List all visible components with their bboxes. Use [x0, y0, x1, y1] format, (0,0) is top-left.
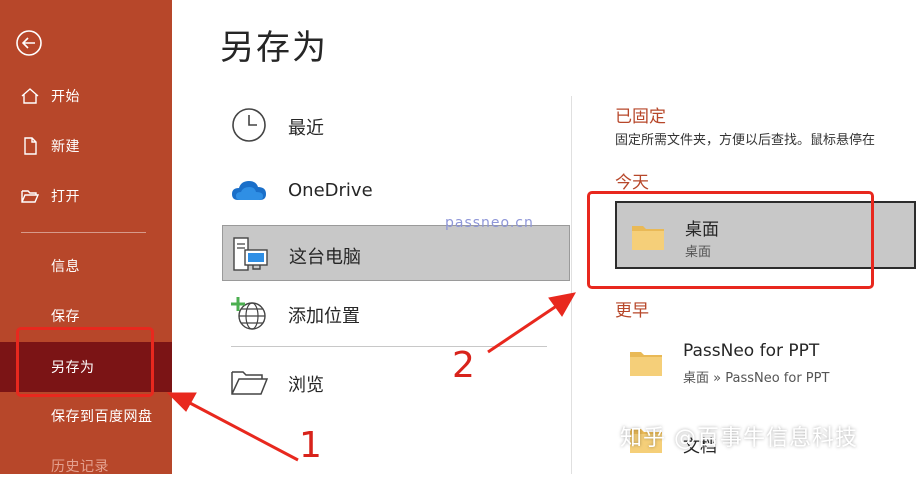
location-label: 浏览 — [288, 375, 324, 396]
location-browse[interactable]: 浏览 — [222, 354, 570, 410]
location-this-pc[interactable]: 这台电脑 — [222, 225, 570, 281]
sidebar-item-label: 信息 — [51, 259, 80, 275]
sidebar-divider — [21, 232, 146, 233]
clock-icon — [232, 108, 266, 142]
sidebar-item-label: 历史记录 — [51, 459, 109, 475]
sidebar-item-label: 打开 — [51, 189, 80, 205]
folder-path: 桌面 » PassNeo for PPT — [683, 371, 830, 386]
sidebar-item-home[interactable]: 开始 — [0, 76, 172, 116]
location-onedrive[interactable]: OneDrive — [222, 163, 570, 219]
watermark: passneo.cn — [445, 215, 534, 231]
annotation-number-1: 1 — [299, 425, 322, 466]
home-icon — [21, 88, 39, 104]
back-arrow-icon[interactable] — [16, 30, 42, 56]
panel-divider — [571, 96, 572, 474]
computer-icon — [233, 237, 268, 271]
sidebar-item-label: 新建 — [51, 139, 80, 155]
add-place-globe-icon — [231, 297, 266, 330]
sidebar-item-info[interactable]: 信息 — [0, 246, 172, 286]
sidebar-item-save-to-baidu[interactable]: 保存到百度网盘 — [0, 396, 172, 436]
today-header: 今天 — [615, 173, 649, 193]
open-folder-icon — [21, 190, 40, 203]
earlier-header: 更早 — [615, 301, 649, 321]
location-recent[interactable]: 最近 — [222, 97, 570, 153]
backstage-sidebar: 开始 新建 打开 信息 保存 另存为 保存到百度网盘 历史记录 — [0, 0, 172, 475]
location-label: 添加位置 — [288, 306, 360, 327]
new-document-icon — [24, 137, 37, 155]
folder-name: PassNeo for PPT — [683, 341, 820, 361]
page-title: 另存为 — [220, 28, 328, 68]
sidebar-item-new[interactable]: 新建 — [0, 126, 172, 166]
location-add-place[interactable]: 添加位置 — [222, 285, 570, 341]
sidebar-item-label: 保存 — [51, 309, 80, 325]
location-divider — [231, 346, 547, 347]
sidebar-item-label: 开始 — [51, 89, 80, 105]
onedrive-cloud-icon — [232, 181, 266, 200]
pinned-description: 固定所需文件夹，方便以后查找。鼠标悬停在 — [615, 133, 876, 148]
folder-icon — [630, 352, 662, 376]
folder-passneo[interactable]: PassNeo for PPT 桌面 » PassNeo for PPT — [615, 329, 916, 397]
location-label: 最近 — [288, 118, 324, 139]
annotation-number-2: 2 — [452, 345, 475, 386]
highlight-box-desktop — [587, 191, 874, 289]
credit-watermark: 知乎 @百事牛信息科技 — [620, 426, 858, 451]
sidebar-item-open[interactable]: 打开 — [0, 176, 172, 216]
sidebar-item-history[interactable]: 历史记录 — [0, 446, 172, 486]
highlight-box-save-as — [16, 327, 154, 397]
location-label: 这台电脑 — [289, 247, 361, 268]
browse-folder-icon — [231, 371, 268, 395]
location-label: OneDrive — [288, 180, 373, 201]
sidebar-item-label: 保存到百度网盘 — [51, 409, 153, 425]
pinned-header: 已固定 — [615, 107, 666, 127]
